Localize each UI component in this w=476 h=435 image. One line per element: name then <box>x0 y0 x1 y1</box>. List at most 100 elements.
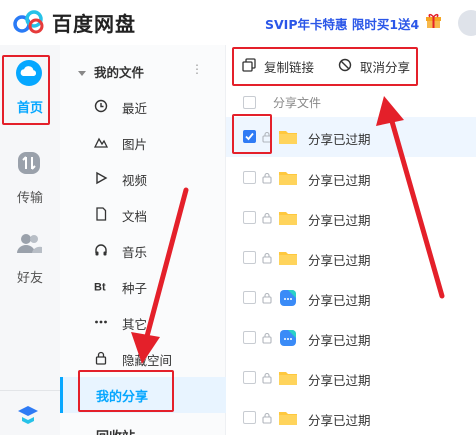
lock-icon <box>262 212 272 224</box>
document-icon <box>96 207 107 221</box>
file-name[interactable]: 分享已过期 <box>308 370 371 389</box>
table-row[interactable]: 分享已过期 <box>226 398 476 435</box>
lock-icon <box>262 372 272 384</box>
video-icon <box>96 171 108 185</box>
folder-icon <box>279 252 297 265</box>
rail-item-home[interactable]: 首页 <box>0 55 60 125</box>
avatar[interactable] <box>458 10 476 36</box>
share-toolbar: 复制链接 取消分享 <box>226 45 476 87</box>
rail-item-friends[interactable]: 好友 <box>0 225 60 295</box>
more-vertical-icon[interactable]: ⋮ <box>191 62 203 76</box>
nav-item-label: 文档 <box>122 209 148 224</box>
rail-label-transfer: 传输 <box>16 191 43 206</box>
row-checkbox[interactable] <box>243 251 256 264</box>
note-icon <box>280 290 296 306</box>
row-checkbox[interactable] <box>243 331 256 344</box>
lock-icon <box>262 412 272 424</box>
nav-item-label: 最近 <box>122 101 148 116</box>
bt-icon: Bt <box>94 282 106 294</box>
nav-item-torrents[interactable]: Bt 种子 <box>94 275 222 301</box>
lock-icon <box>262 252 272 264</box>
headphones-icon <box>95 244 107 256</box>
lock-icon <box>95 351 107 365</box>
file-name[interactable]: 分享已过期 <box>308 129 371 148</box>
lock-icon <box>262 292 272 304</box>
table-row[interactable]: 分享已过期 <box>226 117 476 157</box>
file-name[interactable]: 分享已过期 <box>308 410 371 429</box>
nav-item-music[interactable]: 音乐 <box>94 239 222 265</box>
table-row[interactable]: 分享已过期 <box>226 198 476 238</box>
rail-label-friends: 好友 <box>16 271 43 286</box>
file-name[interactable]: 分享已过期 <box>308 170 371 189</box>
nav-item-images[interactable]: 图片 <box>94 131 222 157</box>
main-content: 复制链接 取消分享 分享文件 分享已过期 分享已过期 分享已过期 分享已过期 分享已过期… <box>226 45 476 435</box>
table-row[interactable]: 分享已过期 <box>226 358 476 398</box>
file-name[interactable]: 分享已过期 <box>308 330 371 349</box>
lock-icon <box>262 172 272 184</box>
nav-recycle-label: 回收站 <box>96 426 135 435</box>
copy-link-label: 复制链接 <box>264 60 315 75</box>
more-icon <box>95 320 107 324</box>
clock-icon <box>94 99 108 113</box>
transfer-icon <box>18 152 40 174</box>
nav-item-recycle-bin[interactable]: 回收站 <box>60 417 226 435</box>
row-checkbox[interactable] <box>243 211 256 224</box>
file-name[interactable]: 分享已过期 <box>308 290 371 309</box>
logo-text: 百度网盘 <box>52 12 136 36</box>
cloud-home-icon <box>16 60 42 86</box>
table-row[interactable]: 分享已过期 <box>226 158 476 198</box>
nav-item-label: 隐藏空间 <box>122 353 173 368</box>
select-all-checkbox[interactable] <box>243 96 256 109</box>
lock-icon <box>262 332 272 344</box>
image-icon <box>94 137 108 148</box>
app-switch-icon[interactable] <box>16 405 40 425</box>
nav-item-label: 视频 <box>122 173 148 188</box>
nav-item-label: 其它 <box>122 317 148 332</box>
caret-down-icon <box>78 71 86 76</box>
folder-icon <box>279 131 297 144</box>
nav-item-my-share[interactable]: 我的分享 <box>60 377 226 413</box>
rail-divider <box>0 390 60 391</box>
svg-text:Bt: Bt <box>94 282 106 294</box>
table-row[interactable]: 分享已过期 <box>226 318 476 358</box>
nav-item-label: 种子 <box>122 281 148 296</box>
rail-label-home: 首页 <box>16 101 43 116</box>
app-header: 百度网盘 SVIP年卡特惠 限时买1送4 <box>0 0 476 45</box>
nav-item-videos[interactable]: 视频 <box>94 167 222 193</box>
nav-item-recent[interactable]: 最近 <box>94 95 222 121</box>
cancel-icon <box>338 58 352 72</box>
nav-group-my-files[interactable]: 我的文件 <box>78 62 144 81</box>
nav-item-label: 音乐 <box>122 245 148 260</box>
folder-icon <box>279 412 297 425</box>
nav-item-documents[interactable]: 文档 <box>94 203 222 229</box>
left-rail: 首页 传输 好友 <box>0 45 60 435</box>
column-header-share-file: 分享文件 <box>273 96 322 110</box>
nav-item-hidden-space[interactable]: 隐藏空间 <box>94 347 222 373</box>
friends-icon <box>17 234 42 253</box>
table-row[interactable]: 分享已过期 <box>226 278 476 318</box>
file-nav-panel: 我的文件 ⋮ 最近 图片 视频 文档 音乐 Bt 种子 其它 隐藏空间 我的分享… <box>60 45 226 435</box>
note-icon <box>280 330 296 346</box>
lock-icon <box>262 131 272 143</box>
baidu-netdisk-logo-icon[interactable] <box>12 9 46 35</box>
nav-group-label: 我的文件 <box>94 65 145 80</box>
file-name[interactable]: 分享已过期 <box>308 250 371 269</box>
table-header: 分享文件 <box>226 89 476 115</box>
gift-icon[interactable] <box>425 12 442 29</box>
nav-my-share-label: 我的分享 <box>96 390 149 405</box>
folder-icon <box>279 212 297 225</box>
row-checkbox[interactable] <box>243 171 256 184</box>
folder-icon <box>279 172 297 185</box>
svip-promo-link[interactable]: SVIP年卡特惠 限时买1送4 <box>265 14 419 33</box>
checkmark-icon <box>245 132 254 141</box>
row-checkbox[interactable] <box>243 291 256 304</box>
row-checkbox[interactable] <box>243 371 256 384</box>
nav-item-others[interactable]: 其它 <box>94 311 222 337</box>
folder-icon <box>279 372 297 385</box>
table-row[interactable]: 分享已过期 <box>226 238 476 278</box>
row-checkbox[interactable] <box>243 411 256 424</box>
file-name[interactable]: 分享已过期 <box>308 210 371 229</box>
row-checkbox[interactable] <box>243 130 256 143</box>
rail-item-transfer[interactable]: 传输 <box>0 145 60 215</box>
cancel-share-label: 取消分享 <box>360 60 411 75</box>
